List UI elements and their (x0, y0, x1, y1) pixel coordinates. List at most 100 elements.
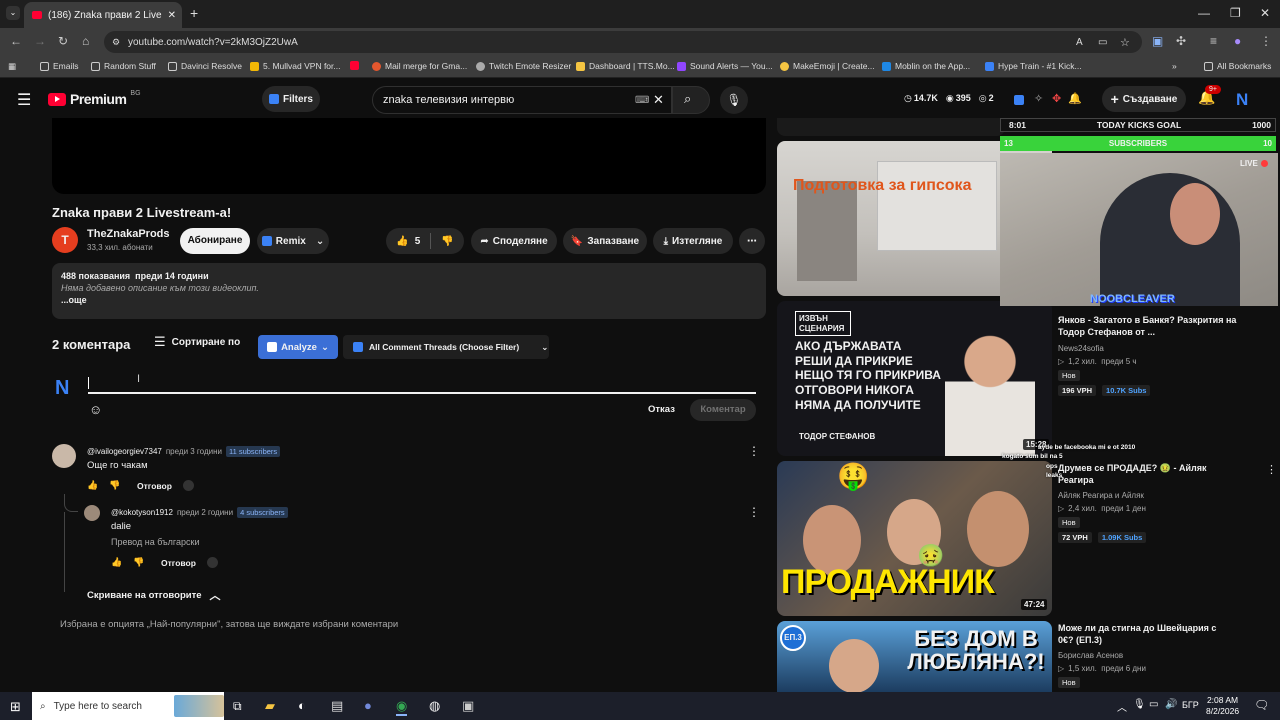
bookmark-item[interactable]: Moblin on the App... (882, 61, 970, 71)
related-title[interactable]: Може ли да стигна до Швейцария с 0€? (ЕП… (1058, 622, 1230, 646)
filters-button[interactable]: Filters (262, 86, 320, 112)
media-icon[interactable]: ≡ (1210, 34, 1217, 48)
comment-menu-icon[interactable]: ⋮ (748, 444, 760, 458)
youtube-logo[interactable]: Premium BG (48, 90, 141, 107)
iq-small-icon[interactable] (207, 557, 218, 568)
related-title[interactable]: Янков - Загатото в Банкя? Разкрития на Т… (1058, 314, 1238, 338)
network-icon[interactable]: ▭ (1149, 699, 1158, 710)
reply-button[interactable]: Отговор (137, 481, 172, 491)
comment-time[interactable]: преди 3 години (166, 447, 222, 456)
notification-center-icon[interactable]: 🗨 (1254, 698, 1269, 712)
comment-input[interactable] (88, 374, 756, 394)
download-button[interactable]: ⤓ Изтегляне (653, 228, 733, 254)
reply-button[interactable]: Отговор (161, 558, 196, 568)
thread-filter-select[interactable]: All Comment Threads (Choose Filter) ⌄ (343, 335, 549, 359)
subscribe-button[interactable]: Абониране (180, 228, 250, 254)
submit-comment-button[interactable]: Коментар (690, 399, 756, 421)
system-clock[interactable]: 2:08 AM 8/2/2026 (1206, 695, 1239, 717)
emoji-icon[interactable]: ☺ (89, 402, 102, 417)
bookmark-item[interactable]: Random Stuff (91, 61, 156, 71)
taskbar-app-icon[interactable]: ◐ (298, 698, 306, 713)
comment-menu-icon[interactable]: ⋮ (748, 505, 760, 519)
iq-extension-icon[interactable] (1014, 95, 1024, 105)
related-channel[interactable]: News24sofia (1058, 344, 1104, 353)
browser-tab-active[interactable]: (186) Znaka прави 2 Livestr... ✕ (24, 2, 182, 28)
related-thumbnail[interactable]: ЕП.3 БЕЗ ДОМ В ЛЮБЛЯНА?! (777, 621, 1052, 693)
pin-icon[interactable]: ✥ (1052, 92, 1061, 105)
channel-avatar[interactable]: T (52, 227, 78, 253)
restore-icon[interactable]: ❐ (1230, 6, 1241, 20)
avatar[interactable]: N (1236, 90, 1248, 110)
minimize-icon[interactable]: — (1198, 6, 1210, 20)
dislike-button[interactable]: 👎 (441, 236, 453, 247)
comment-author[interactable]: @kokotyson1912 (111, 508, 173, 517)
forward-icon[interactable]: → (34, 34, 46, 48)
bookmark-star-icon[interactable]: ☆ (1120, 36, 1130, 49)
apps-grid-icon[interactable]: ▦ (8, 61, 16, 72)
keyboard-icon[interactable]: ⌨ (635, 95, 649, 106)
bookmark-item[interactable]: Emails (40, 61, 79, 71)
profile-icon[interactable]: ● (1234, 34, 1241, 48)
video-player[interactable] (52, 118, 766, 194)
menu-kebab-icon[interactable]: ⋮ (1260, 34, 1272, 48)
hamburger-menu-icon[interactable]: ☰ (17, 90, 31, 110)
bookmark-item[interactable]: Twitch Emote Resizer (476, 61, 571, 71)
related-thumbnail[interactable]: ИЗВЪН СЦЕНАРИЯ АКО ДЪРЖАВАТА РЕШИ ДА ПРИ… (777, 301, 1052, 456)
obs-icon[interactable]: ◍ (429, 698, 440, 714)
cancel-button[interactable]: Отказ (648, 404, 675, 415)
comment-author[interactable]: @ivailogeorgiev7347 (87, 447, 162, 456)
tab-close-icon[interactable]: ✕ (168, 10, 182, 21)
back-icon[interactable]: ← (10, 34, 22, 48)
related-thumbnail[interactable]: 🤑 🤢 ПРОДАЖНИК 47:24 (777, 461, 1052, 616)
home-icon[interactable]: ⌂ (82, 34, 89, 48)
like-button[interactable]: 👍 5 (396, 236, 420, 247)
remix-button[interactable]: Remix ⌄ (257, 228, 329, 254)
extensions-puzzle-icon[interactable]: ✣ (1176, 34, 1186, 48)
tray-overflow-icon[interactable]: ︿ (1117, 699, 1127, 714)
bookmark-item[interactable]: MakeEmoji | Create... (780, 61, 875, 71)
taskbar-app-icon[interactable]: ▤ (331, 698, 343, 714)
more-actions-button[interactable]: ⋯ (739, 228, 765, 254)
translate-link[interactable]: Превод на български (111, 537, 200, 547)
discord-icon[interactable]: ● (364, 698, 372, 713)
create-button[interactable]: + Създаване (1102, 86, 1186, 112)
file-explorer-icon[interactable]: ▰ (265, 698, 275, 714)
bookmark-item[interactable] (350, 61, 359, 70)
save-button[interactable]: 🔖 Запазване (563, 228, 647, 254)
bookmark-item[interactable]: Mail merge for Gma... (372, 61, 467, 71)
extension-icon[interactable]: ▣ (1152, 34, 1163, 48)
channel-name[interactable]: TheZnakaProds (87, 228, 170, 240)
magic-icon[interactable]: ✧ (1034, 92, 1043, 105)
bookmark-item[interactable]: Hype Train - #1 Kick... (985, 61, 1082, 71)
chrome-icon[interactable]: ◉ (396, 698, 408, 716)
bookmark-item[interactable]: Dashboard | TTS.Mo... (576, 61, 675, 71)
bell-alert-icon[interactable]: 🔔 (1068, 92, 1082, 105)
avatar[interactable] (52, 444, 76, 468)
search-button[interactable]: ⌕ (672, 86, 710, 114)
share-button[interactable]: ➦ Споделяне (471, 228, 557, 254)
thumbs-up-icon[interactable]: 👍 (87, 480, 98, 491)
reload-icon[interactable]: ↻ (58, 34, 68, 48)
keyboard-language[interactable]: БГР (1182, 700, 1199, 710)
comment-time[interactable]: преди 2 години (177, 508, 233, 517)
all-bookmarks[interactable]: All Bookmarks (1204, 61, 1271, 71)
description-box[interactable]: 488 показвания преди 14 години Няма доба… (52, 263, 766, 319)
page-scrollbar[interactable] (1274, 120, 1279, 690)
windows-start-icon[interactable]: ⊞ (10, 699, 21, 715)
taskbar-search[interactable]: ⌕ Type here to search (32, 692, 224, 720)
close-window-icon[interactable]: ✕ (1260, 6, 1270, 20)
mic-tray-icon[interactable]: 🎙 (1133, 699, 1146, 710)
hide-replies-button[interactable]: Скриване на отговорите ︿ (87, 587, 221, 603)
volume-icon[interactable]: 🔊 (1165, 699, 1177, 710)
avatar[interactable] (84, 505, 100, 521)
new-tab-button[interactable]: + (190, 5, 198, 21)
taskbar-app-icon[interactable]: ▣ (462, 698, 474, 714)
sort-button[interactable]: ☰ Сортиране по (154, 334, 240, 350)
related-channel[interactable]: Айляк Реагира и Айляк (1058, 491, 1144, 500)
translate-icon[interactable]: A (1076, 37, 1083, 48)
site-info-icon[interactable]: ⚙ (112, 37, 120, 48)
cast-icon[interactable]: ▭ (1098, 37, 1107, 48)
bookmark-item[interactable]: Sound Alerts — You... (677, 61, 773, 71)
mic-button[interactable]: 🎙 (720, 86, 748, 114)
show-more[interactable]: ...още (61, 295, 757, 305)
